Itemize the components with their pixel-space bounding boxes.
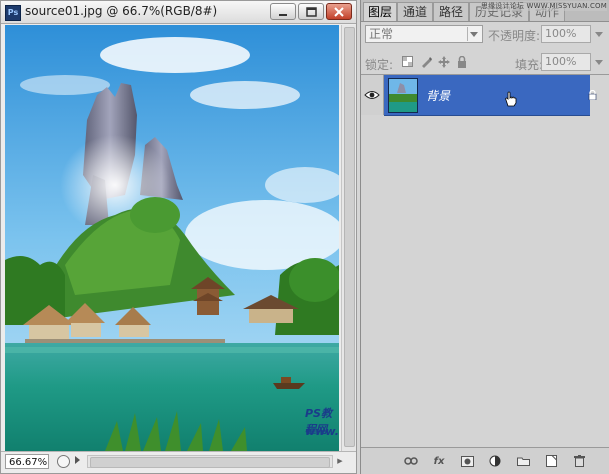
blend-mode-select[interactable]: 正常 bbox=[365, 25, 483, 43]
layer-style-icon[interactable]: fx bbox=[431, 453, 447, 469]
lock-image-pixels-icon[interactable] bbox=[419, 55, 432, 68]
hand-cursor-icon bbox=[504, 91, 518, 110]
adjustment-layer-icon[interactable] bbox=[487, 453, 503, 469]
layers-panel-footer: fx bbox=[361, 447, 609, 474]
close-button[interactable] bbox=[326, 3, 352, 20]
zoom-level-field[interactable]: 66.67% bbox=[5, 454, 49, 469]
window-controls bbox=[270, 3, 352, 20]
close-icon bbox=[334, 6, 344, 17]
layer-lock-icon bbox=[588, 89, 597, 103]
status-bar: 66.67% ▶ bbox=[1, 451, 356, 473]
layer-row-background[interactable]: 背景 bbox=[361, 75, 609, 116]
horizontal-scrollbar[interactable] bbox=[87, 455, 333, 468]
panel-tabs: 图层 通道 路径 历史记录 动作 思缘设计论坛 WWW.MISSYUAN.COM bbox=[361, 0, 609, 22]
minimize-button[interactable] bbox=[270, 3, 296, 20]
chevron-down-icon bbox=[467, 27, 480, 41]
fill-label: 填充: bbox=[515, 58, 544, 72]
new-group-icon[interactable] bbox=[515, 453, 531, 469]
document-info-icon[interactable] bbox=[57, 455, 70, 468]
horizontal-scroll-thumb[interactable] bbox=[90, 457, 330, 468]
fill-dropdown-icon[interactable] bbox=[595, 60, 603, 65]
site-url-text: www.tata580.com bbox=[305, 425, 339, 438]
maximize-button[interactable] bbox=[298, 3, 324, 20]
opacity-label: 不透明度: bbox=[488, 29, 541, 43]
minimize-icon bbox=[279, 13, 287, 16]
layer-name[interactable]: 背景 bbox=[426, 87, 450, 104]
new-layer-icon[interactable] bbox=[543, 453, 559, 469]
scroll-right-icon[interactable]: ▶ bbox=[334, 455, 346, 468]
opacity-dropdown-icon[interactable] bbox=[595, 32, 603, 37]
delete-layer-icon[interactable] bbox=[571, 453, 587, 469]
layers-list: 背景 bbox=[361, 74, 609, 449]
fill-input[interactable]: 100% bbox=[541, 53, 591, 71]
link-layers-icon[interactable] bbox=[403, 453, 419, 469]
document-title: source01.jpg @ 66.7%(RGB/8#) bbox=[25, 4, 218, 18]
eye-icon bbox=[364, 91, 380, 99]
vertical-scroll-thumb[interactable] bbox=[344, 27, 355, 447]
opacity-input[interactable]: 100% bbox=[541, 25, 591, 43]
layers-panel: 图层 通道 路径 历史记录 动作 思缘设计论坛 WWW.MISSYUAN.COM… bbox=[360, 0, 609, 474]
lock-position-icon[interactable] bbox=[437, 55, 450, 68]
tab-channels[interactable]: 通道 bbox=[397, 2, 433, 21]
add-mask-icon[interactable] bbox=[459, 453, 475, 469]
lock-label: 锁定: bbox=[365, 58, 394, 72]
status-menu-arrow-icon[interactable] bbox=[75, 456, 80, 464]
layer-thumbnail bbox=[388, 78, 418, 113]
lock-all-icon[interactable] bbox=[455, 55, 468, 68]
blend-mode-value: 正常 bbox=[369, 27, 394, 41]
document-titlebar[interactable]: Ps source01.jpg @ 66.7%(RGB/8#) bbox=[1, 1, 356, 24]
maximize-icon bbox=[305, 6, 317, 17]
layer-item-selected[interactable]: 背景 bbox=[384, 75, 597, 116]
document-window: Ps source01.jpg @ 66.7%(RGB/8#) PS教程网 ww… bbox=[0, 0, 357, 474]
lock-transparent-pixels-icon[interactable] bbox=[401, 55, 414, 68]
photoshop-app-icon: Ps bbox=[5, 5, 21, 21]
tab-layers[interactable]: 图层 bbox=[363, 2, 397, 21]
layer-visibility-toggle[interactable] bbox=[361, 75, 384, 115]
tab-paths[interactable]: 路径 bbox=[433, 2, 469, 21]
landscape-image bbox=[5, 25, 339, 451]
image-canvas[interactable]: 他她 我帮 你 PS教程网 www.tata580.com bbox=[5, 25, 339, 451]
forum-watermark: 思缘设计论坛 WWW.MISSYUAN.COM bbox=[480, 1, 607, 11]
vertical-scrollbar[interactable] bbox=[341, 25, 356, 451]
